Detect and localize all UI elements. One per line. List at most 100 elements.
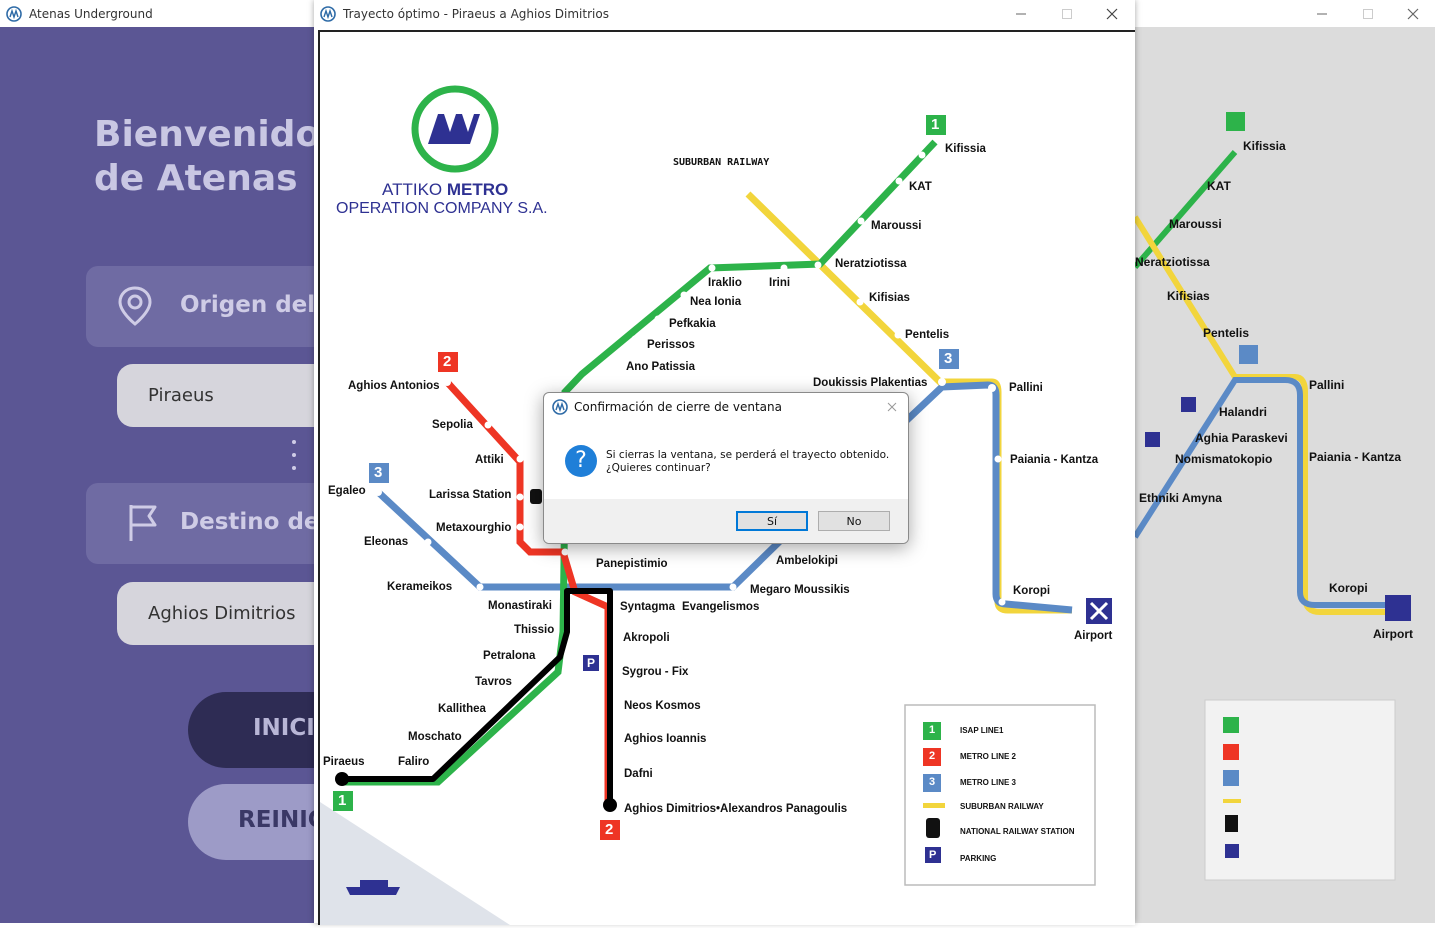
route-maximize-icon[interactable] <box>1044 0 1090 27</box>
line3-badge-number-right: 3 <box>944 350 953 367</box>
line1-badge-number-bottom: 1 <box>338 792 347 809</box>
station-metaxourghio: Metaxourghio <box>436 522 512 534</box>
station-nea-ionia: Nea Ionia <box>690 296 742 308</box>
bg-label-kifisias: Kifisias <box>1167 289 1210 303</box>
station-neos-kosmos: Neos Kosmos <box>624 700 701 712</box>
location-pin-icon <box>118 286 152 326</box>
bg-label-airport: Airport <box>1373 627 1413 641</box>
station-iraklio: Iraklio <box>708 277 742 289</box>
station-egaleo: Egaleo <box>328 485 366 497</box>
bg-label-ethniki: Ethniki Amyna <box>1139 491 1222 505</box>
optimal-route <box>342 588 613 805</box>
app-close-icon[interactable] <box>1390 0 1435 27</box>
legend-badge-1: 1 <box>929 724 936 736</box>
station-aghios-antonios: Aghios Antonios <box>348 380 440 392</box>
question-icon: ? <box>565 445 597 477</box>
station-kat: KAT <box>909 181 932 193</box>
flag-icon <box>129 505 157 541</box>
legend-suburban: SUBURBAN RAILWAY <box>960 802 1044 811</box>
bg-label-maroussi: Maroussi <box>1169 217 1222 231</box>
attiko-metro-logo <box>411 85 499 173</box>
app-title: Atenas Underground <box>29 6 153 21</box>
metro-logo-icon <box>6 5 22 22</box>
suburban-railway-label: SUBURBAN RAILWAY <box>673 157 770 168</box>
background-map-svg <box>1132 27 1435 923</box>
station-pallini: Pallini <box>1009 382 1043 394</box>
station-evangelismos: Evangelismos <box>682 601 760 613</box>
bg-label-kifissia: Kifissia <box>1243 139 1286 153</box>
dialog-title: Confirmación de cierre de ventana <box>574 400 782 414</box>
legend-national-railway: NATIONAL RAILWAY STATION <box>960 827 1075 836</box>
route-minimize-icon[interactable] <box>998 0 1044 27</box>
station-maroussi: Maroussi <box>871 220 922 232</box>
route-close-icon[interactable] <box>1089 0 1135 27</box>
no-button[interactable]: No <box>818 511 890 531</box>
app-minimize-icon[interactable] <box>1299 0 1345 27</box>
station-syntagma: Syntagma <box>620 601 675 613</box>
origin-label: Origen del t <box>180 292 335 318</box>
station-larissa: Larissa Station <box>429 489 512 501</box>
bg-label-nomismatokopio: Nomismatokopio <box>1175 452 1273 466</box>
station-doukissis: Doukissis Plakentias <box>813 377 928 389</box>
station-akropoli: Akropoli <box>623 632 670 644</box>
station-ano-patissia: Ano Patissia <box>626 361 696 373</box>
station-panepistimio: Panepistimio <box>596 558 668 570</box>
dialog-message: Si cierras la ventana, se perderá el tra… <box>606 449 889 475</box>
line2-badge-number-bottom: 2 <box>605 821 614 838</box>
bg-label-koropi: Koropi <box>1329 581 1368 595</box>
ship-icon <box>346 887 400 895</box>
connector-dots <box>292 440 296 479</box>
dialog-titlebar: Confirmación de cierre de ventana <box>544 393 908 421</box>
station-petralona: Petralona <box>483 650 536 662</box>
legend-metro-line3: METRO LINE 3 <box>960 778 1017 787</box>
route-start-marker <box>335 772 349 786</box>
station-kerameikos: Kerameikos <box>387 581 453 593</box>
logo-text-line2: OPERATION COMPANY S.A. <box>336 200 548 217</box>
origin-value: Piraeus <box>148 385 214 406</box>
yes-button[interactable]: Sí <box>736 511 808 531</box>
station-neratziotissa: Neratziotissa <box>835 258 907 270</box>
legend-isap-line1: ISAP LINE1 <box>960 726 1004 735</box>
station-dafni: Dafni <box>624 768 653 780</box>
destination-label: Destino del <box>180 509 328 535</box>
dialog-message-line1: Si cierras la ventana, se perderá el tra… <box>606 449 890 461</box>
station-kallithea: Kallithea <box>438 703 486 715</box>
station-airport: Airport <box>1074 630 1113 642</box>
station-sepolia: Sepolia <box>432 419 473 431</box>
bg-label-aghia-paraskevi: Aghia Paraskevi <box>1195 431 1288 445</box>
dialog-close-icon[interactable] <box>887 402 897 412</box>
bg-label-pentelis: Pentelis <box>1203 326 1250 340</box>
station-piraeus: Piraeus <box>323 756 365 768</box>
station-eleonas: Eleonas <box>364 536 409 548</box>
station-tavros: Tavros <box>475 676 512 688</box>
station-ambelokipi: Ambelokipi <box>776 555 838 567</box>
station-irini: Irini <box>769 277 791 289</box>
logo-text-line1: ATTIKO METRO <box>382 180 509 199</box>
metro-logo-icon <box>320 5 336 22</box>
station-kifissia: Kifissia <box>945 143 986 155</box>
dialog-footer: Sí No <box>544 499 908 543</box>
metro-logo-icon <box>552 399 568 415</box>
station-paiania: Paiania - Kantza <box>1010 454 1099 466</box>
national-railway-icon <box>530 489 542 504</box>
line3-badge-number: 3 <box>374 464 383 481</box>
station-perissos: Perissos <box>647 339 695 351</box>
station-pefkakia: Pefkakia <box>669 318 716 330</box>
station-faliro: Faliro <box>398 756 430 768</box>
app-maximize-icon[interactable] <box>1345 0 1391 27</box>
legend-metro-line2: METRO LINE 2 <box>960 752 1017 761</box>
destination-value: Aghios Dimitrios <box>148 603 296 624</box>
bg-label-pallini: Pallini <box>1309 378 1345 392</box>
line1-badge-number: 1 <box>931 116 940 133</box>
bg-label-kat: KAT <box>1207 179 1231 193</box>
bg-label-paiania: Paiania - Kantza <box>1309 450 1402 464</box>
line2-badge-number: 2 <box>443 353 452 370</box>
dialog-body: ? Si cierras la ventana, se perderá el t… <box>544 421 908 499</box>
station-koropi: Koropi <box>1013 585 1051 597</box>
legend-parking: PARKING <box>960 854 997 863</box>
station-aghios-ioannis: Aghios Ioannis <box>624 733 707 745</box>
confirm-close-dialog: Confirmación de cierre de ventana ? Si c… <box>543 392 909 544</box>
station-aghios-dimitrios: Aghios Dimitrios•Alexandros Panagoulis <box>624 803 848 815</box>
station-attiki: Attiki <box>475 454 504 466</box>
legend-badge-parking: P <box>929 849 937 861</box>
